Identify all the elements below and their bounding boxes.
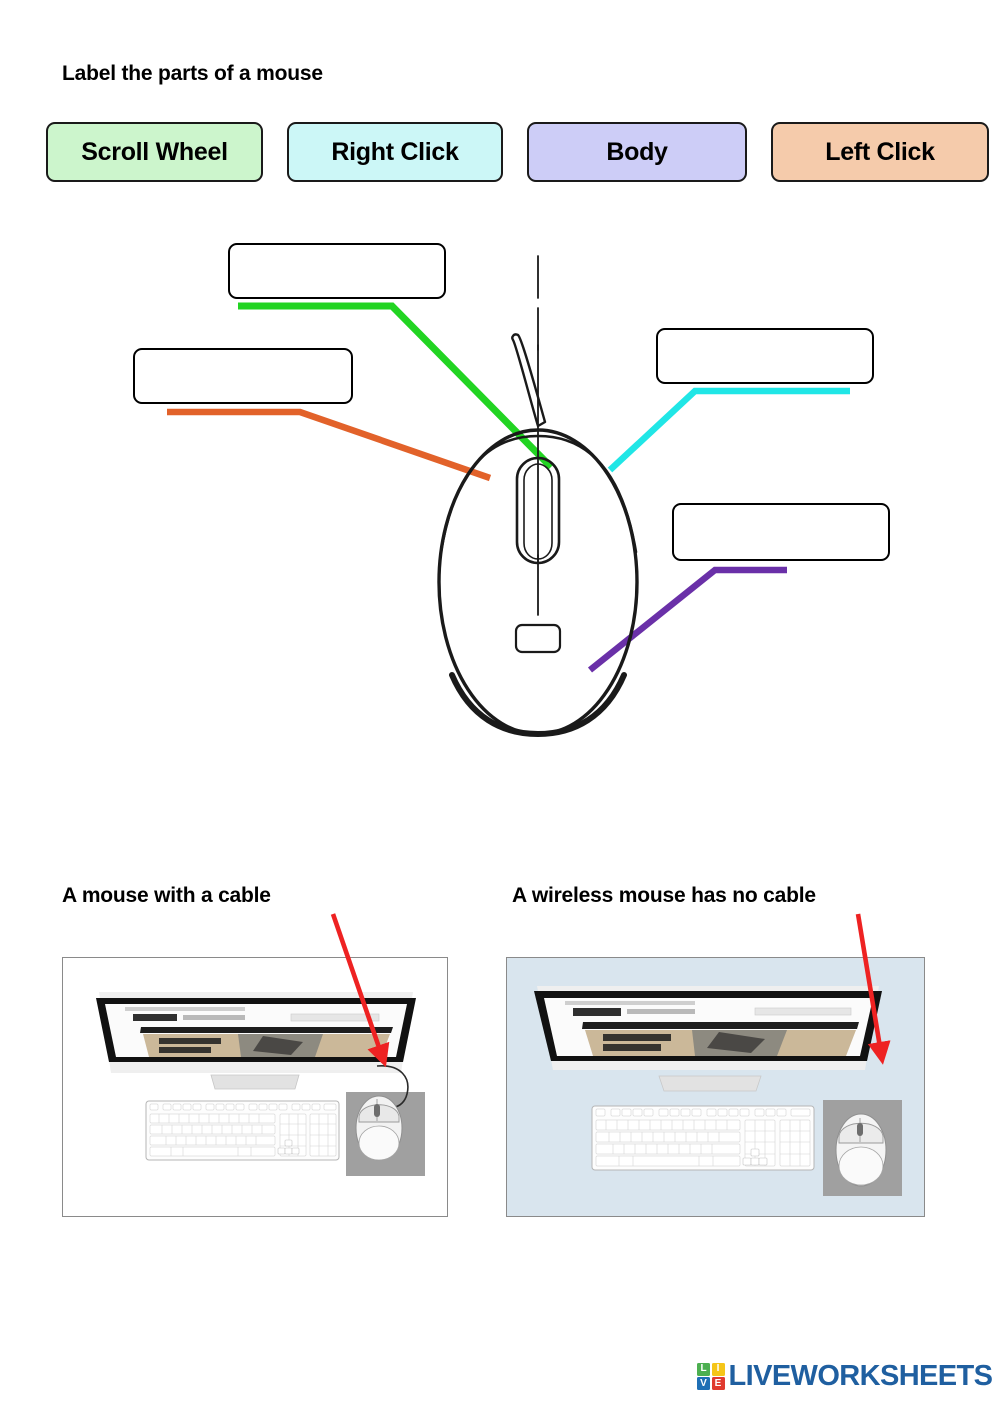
keyboard <box>145 1100 340 1161</box>
word-bank: Scroll Wheel Right Click Body Left Click <box>46 122 989 182</box>
logo-tile-e: E <box>711 1377 725 1391</box>
word-chip-label: Left Click <box>825 137 935 166</box>
mouse-label-detail <box>514 623 562 654</box>
connector-left-click <box>167 408 492 482</box>
word-chip-scroll-wheel[interactable]: Scroll Wheel <box>46 122 263 182</box>
word-chip-label: Right Click <box>331 137 459 166</box>
mouse-labeling-diagram <box>0 225 1000 765</box>
logo-wordmark: LIVEWORKSHEETS <box>728 1360 994 1392</box>
photo-desktop-with-corded-mouse <box>62 957 448 1217</box>
connector-body <box>587 566 787 673</box>
logo-tile-i: I <box>711 1362 725 1376</box>
word-chip-left-click[interactable]: Left Click <box>771 122 989 182</box>
liveworksheets-logo: L I V E LIVEWORKSHEETS <box>697 1360 994 1393</box>
mousepad-with-corded-mouse <box>346 1065 425 1176</box>
logo-tile-l: L <box>697 1362 710 1376</box>
logo-tile-v: V <box>697 1377 710 1391</box>
keyboard <box>591 1105 815 1171</box>
page-title: Label the parts of a mouse <box>62 62 323 85</box>
monitor <box>96 992 416 1090</box>
word-chip-right-click[interactable]: Right Click <box>287 122 503 182</box>
answer-box-left-click[interactable] <box>133 348 353 404</box>
connector-right-click <box>607 387 850 473</box>
mouse-illustration <box>437 255 639 737</box>
monitor <box>534 986 882 1092</box>
answer-box-scroll-wheel[interactable] <box>228 243 446 299</box>
corded-setup-svg <box>96 992 425 1176</box>
answer-box-body[interactable] <box>672 503 890 561</box>
mouse-cable <box>511 333 547 428</box>
mouse-diagram-svg <box>167 255 850 737</box>
word-chip-label: Body <box>606 137 668 166</box>
logo-tiles: L I V E <box>697 1362 725 1391</box>
word-chip-label: Scroll Wheel <box>81 137 228 166</box>
answer-box-right-click[interactable] <box>656 328 874 384</box>
photo-desktop-with-wireless-mouse <box>506 957 925 1217</box>
mousepad-with-wireless-mouse <box>823 1100 902 1196</box>
wireless-setup-svg <box>534 986 902 1196</box>
heading-mouse-with-cable: A mouse with a cable <box>62 884 271 907</box>
word-chip-body[interactable]: Body <box>527 122 747 182</box>
heading-wireless-mouse: A wireless mouse has no cable <box>512 884 816 907</box>
